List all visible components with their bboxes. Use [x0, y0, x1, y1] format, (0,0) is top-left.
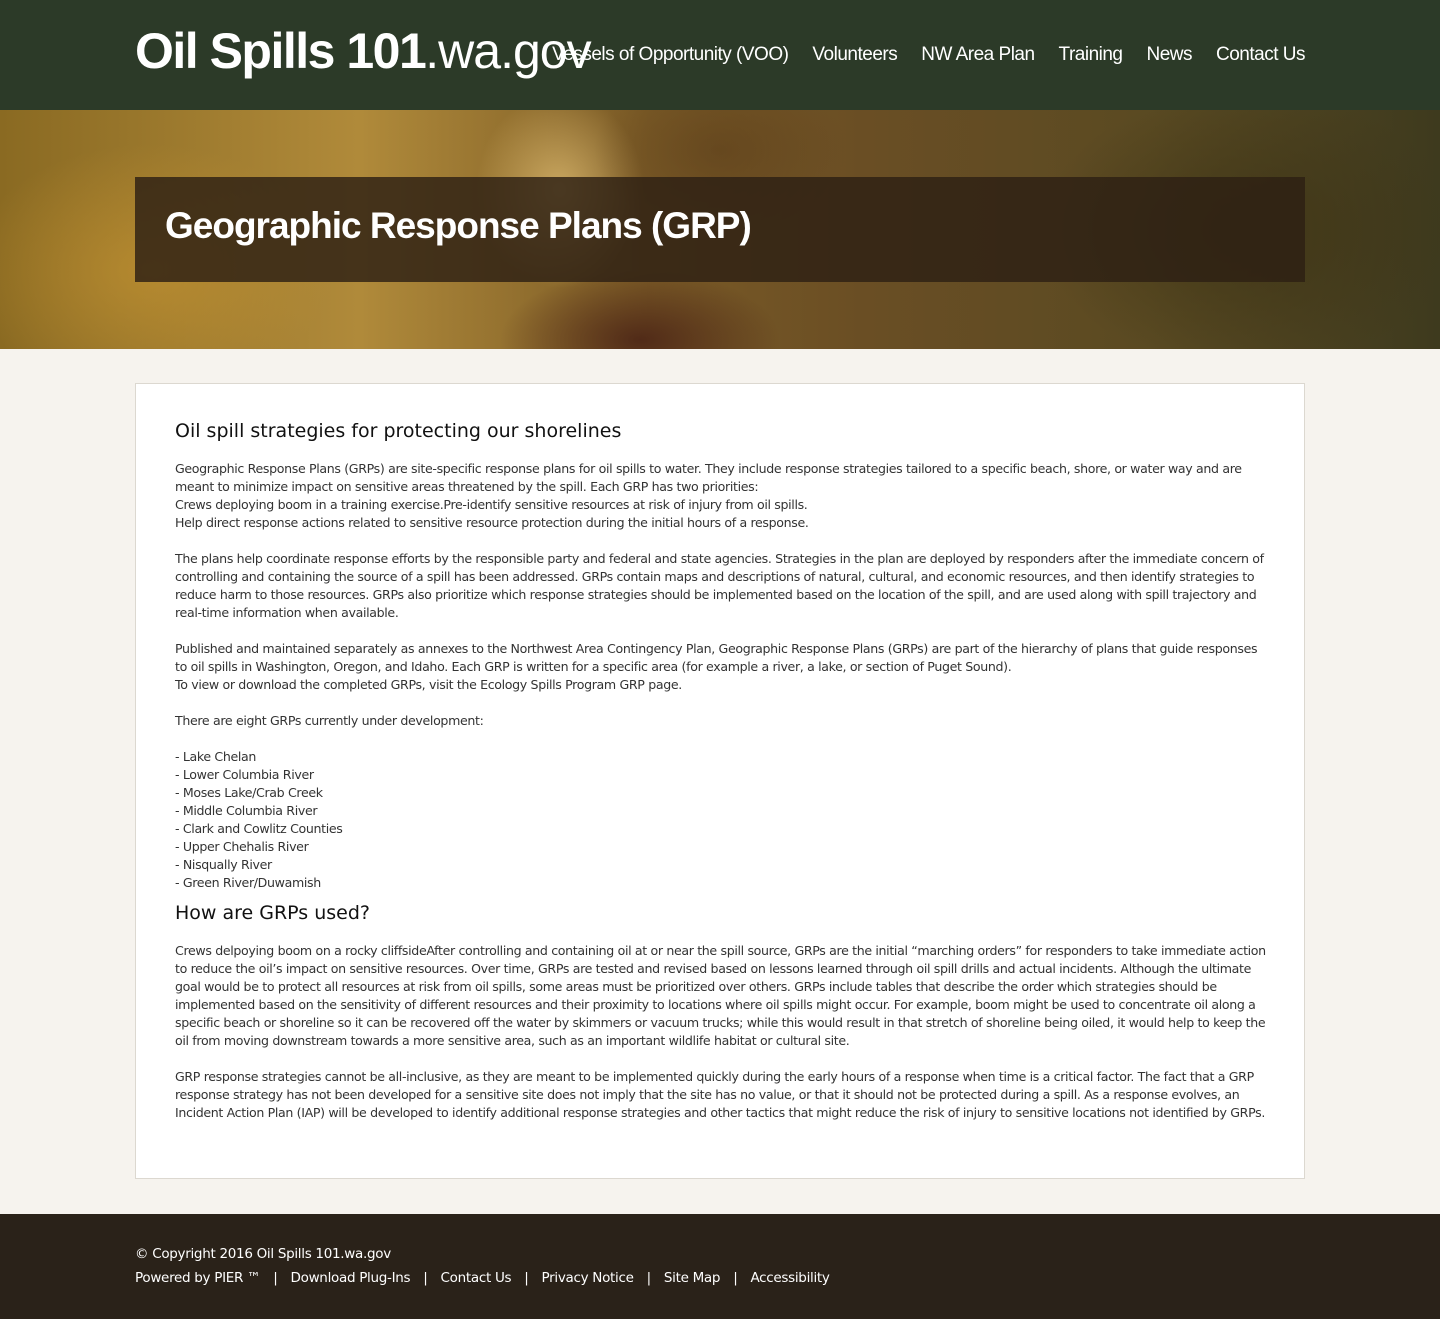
list-item: - Upper Chehalis River	[175, 839, 309, 854]
list-item: - Nisqually River	[175, 857, 272, 872]
hero-banner: Geographic Response Plans (GRP)	[0, 110, 1440, 349]
nav-link-contact-us[interactable]: Contact Us	[1216, 44, 1305, 66]
paragraph-under-development: There are eight GRPs currently under dev…	[175, 713, 484, 728]
list-item: - Lake Chelan	[175, 749, 257, 764]
list-item: - Clark and Cowlitz Counties	[175, 821, 343, 836]
footer-separator: |	[733, 1270, 738, 1286]
section-heading-how-used: How are GRPs used?	[175, 902, 371, 924]
footer-separator: |	[646, 1270, 652, 1286]
site-footer: © Copyright 2016 Oil Spills 101.wa.gov P…	[0, 1214, 1440, 1319]
footer-link-download-plugins[interactable]: Download Plug-Ins	[291, 1270, 411, 1286]
nav-link-volunteers[interactable]: Volunteers	[812, 44, 897, 66]
paragraph-how-used: Crews delpoying boom on a rocky cliffsid…	[175, 943, 1266, 1048]
footer-separator: |	[524, 1270, 529, 1286]
logo-main-text: Oil Spills 101	[135, 23, 427, 79]
site-logo[interactable]: Oil Spills 101.wa.gov	[135, 22, 592, 84]
grp-list: - Lake Chelan - Lower Columbia River - M…	[175, 748, 1267, 892]
article: Oil spill strategies for protecting our …	[175, 418, 1267, 1122]
footer-link-contact-us[interactable]: Contact Us	[441, 1270, 512, 1286]
list-item: - Green River/Duwamish	[175, 875, 321, 890]
footer-link-site-map[interactable]: Site Map	[664, 1270, 721, 1286]
copyright-text: © Copyright 2016 Oil Spills 101.wa.gov	[135, 1246, 391, 1262]
page-title: Geographic Response Plans (GRP)	[165, 205, 752, 246]
main-content-card: Oil spill strategies for protecting our …	[135, 383, 1305, 1179]
list-item: - Middle Columbia River	[175, 803, 318, 818]
list-item: - Moses Lake/Crab Creek	[175, 785, 323, 800]
footer-links: Powered by PIER ™ | Download Plug-Ins | …	[135, 1270, 830, 1286]
footer-link-accessibility[interactable]: Accessibility	[750, 1270, 829, 1286]
paragraph-coordination: The plans help coordinate response effor…	[175, 551, 1264, 620]
nav-link-training[interactable]: Training	[1059, 44, 1123, 66]
footer-link-privacy-notice[interactable]: Privacy Notice	[542, 1270, 634, 1286]
footer-link-pier[interactable]: Powered by PIER ™	[135, 1270, 261, 1286]
paragraph-contingency-plan: Published and maintained separately as a…	[175, 641, 1258, 692]
list-item: - Lower Columbia River	[175, 767, 314, 782]
footer-separator: |	[423, 1270, 428, 1286]
footer-separator: |	[273, 1270, 278, 1286]
hero-title-box: Geographic Response Plans (GRP)	[135, 177, 1305, 282]
section-heading-strategies: Oil spill strategies for protecting our …	[175, 420, 622, 442]
nav-link-voo[interactable]: Vessels of Opportunity (VOO)	[552, 44, 789, 66]
nav-link-news[interactable]: News	[1147, 44, 1193, 66]
site-header: Oil Spills 101.wa.gov Vessels of Opportu…	[0, 0, 1440, 110]
paragraph-intro: Geographic Response Plans (GRPs) are sit…	[175, 461, 1242, 530]
paragraph-limitations: GRP response strategies cannot be all-in…	[175, 1069, 1265, 1120]
nav-link-nw-area-plan[interactable]: NW Area Plan	[921, 44, 1035, 66]
main-nav: Vessels of Opportunity (VOO) Volunteers …	[552, 44, 1305, 66]
